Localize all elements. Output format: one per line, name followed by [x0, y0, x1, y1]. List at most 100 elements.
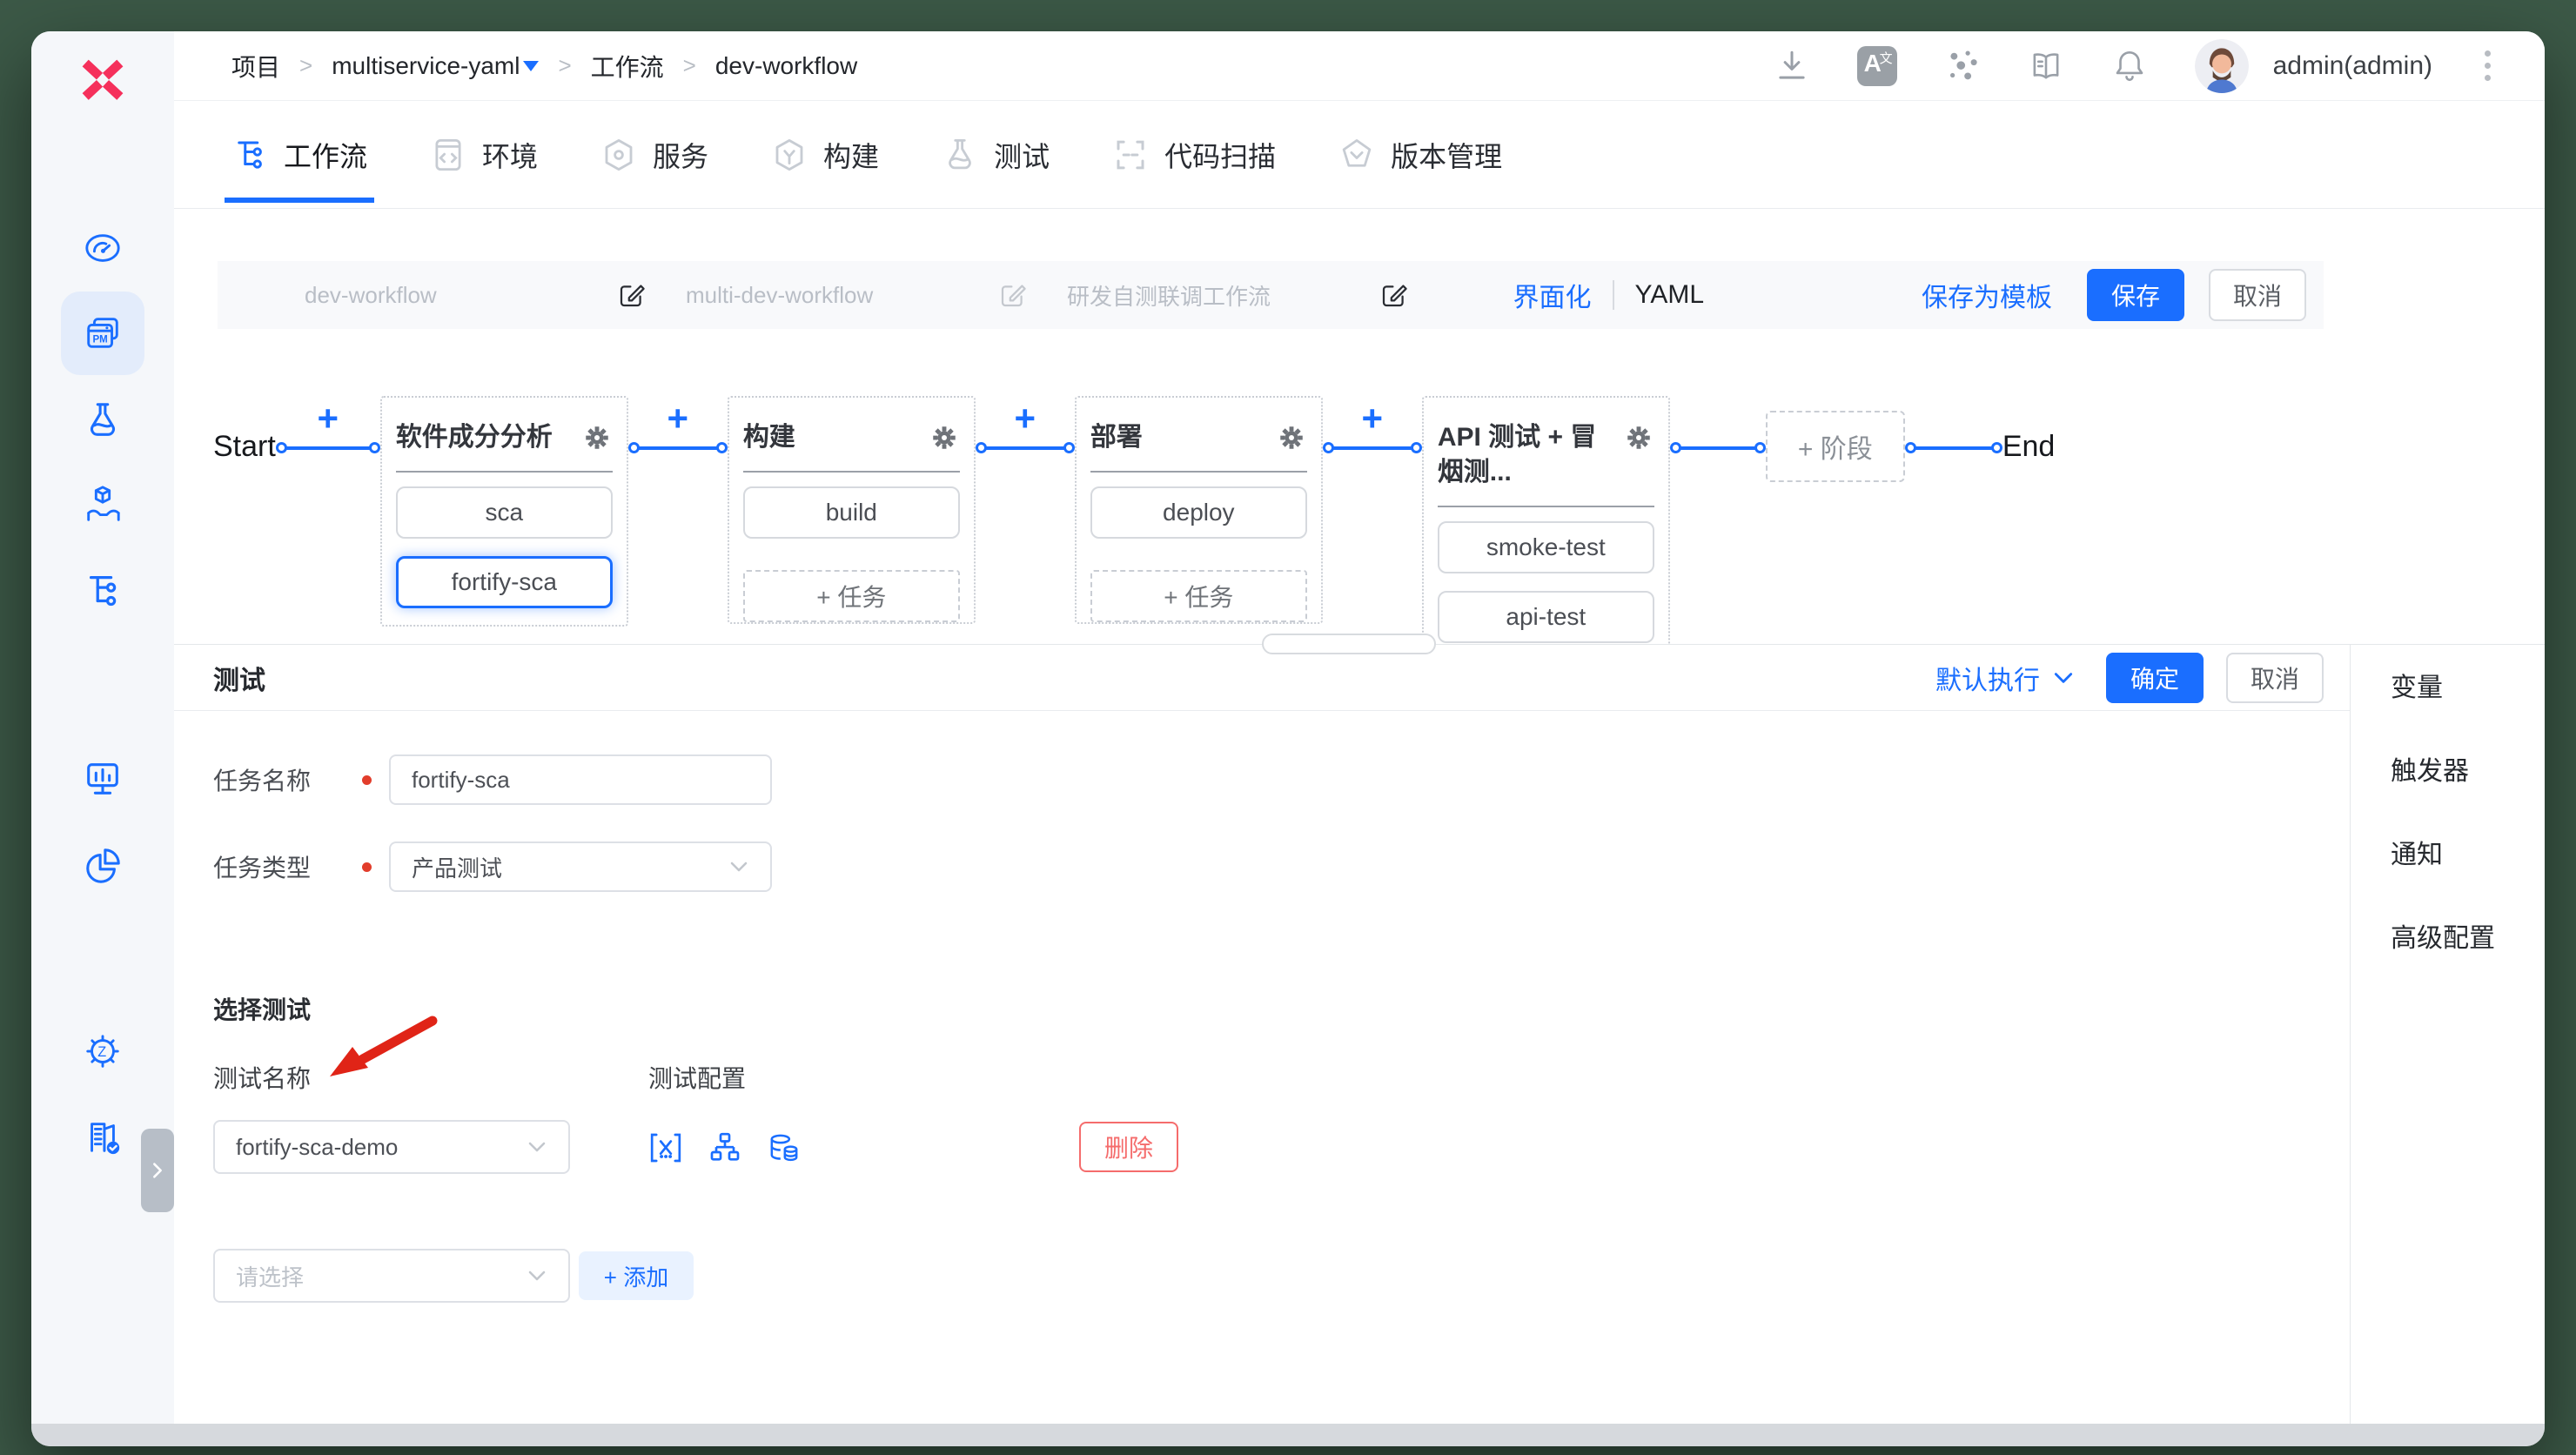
add-stage-plus-icon[interactable]: + [318, 400, 339, 437]
docs-icon[interactable] [2028, 48, 2064, 84]
breadcrumb: 项目 > multiservice-yaml > 工作流 > dev-workf… [231, 49, 857, 84]
task-card[interactable]: build [742, 486, 960, 539]
cluster-icon[interactable] [1944, 48, 1981, 84]
stage-card-sca: 软件成分分析 sca fortify-sca [379, 396, 628, 627]
chevron-down-icon [527, 1265, 547, 1286]
stage-connector [1904, 442, 2002, 453]
breadcrumb-project-name[interactable]: multiservice-yaml [332, 51, 540, 80]
task-type-select[interactable]: 产品测试 [389, 841, 772, 892]
task-name-input[interactable]: fortify-sca [389, 754, 772, 805]
stage-settings-icon[interactable] [1623, 422, 1654, 453]
edit-icon[interactable] [1380, 281, 1408, 309]
stage-card-api-test: API 测试 + 冒烟测... smoke-test api-test [1421, 396, 1670, 644]
data-insight-icon[interactable] [83, 846, 123, 886]
edit-icon[interactable] [999, 281, 1027, 309]
nav-notifications[interactable]: 通知 [2391, 842, 2545, 868]
download-icon[interactable] [1774, 48, 1810, 84]
tab-tests[interactable]: 测试 [942, 101, 1050, 208]
save-as-template-link[interactable]: 保存为模板 [1922, 276, 2052, 314]
tab-releases[interactable]: 版本管理 [1338, 101, 1502, 208]
dashboard-icon[interactable] [83, 228, 123, 268]
stage-settings-icon[interactable] [581, 422, 613, 453]
test-name-value: fortify-sca-demo [236, 1133, 399, 1160]
test-name-select[interactable]: fortify-sca-demo [213, 1120, 570, 1174]
task-name-label: 任务名称 [213, 768, 312, 795]
mode-yaml-toggle[interactable]: YAML [1635, 280, 1704, 310]
projects-icon[interactable] [83, 313, 123, 353]
task-name-row: 任务名称 fortify-sca [213, 754, 772, 805]
nav-variables[interactable]: 变量 [2391, 675, 2545, 701]
mode-ui-toggle[interactable]: 界面化 [1513, 276, 1592, 314]
caret-down-icon[interactable] [523, 60, 540, 71]
tab-services[interactable]: 服务 [600, 101, 708, 208]
add-task-button[interactable]: + 任务 [742, 570, 960, 622]
task-card-selected[interactable]: fortify-sca [395, 556, 613, 608]
database-icon[interactable] [767, 1130, 802, 1165]
required-dot [344, 774, 389, 785]
task-card[interactable]: sca [395, 486, 613, 539]
add-stage-plus-icon[interactable]: + [667, 400, 689, 437]
workflow-name-field[interactable]: multi-dev-workflow [686, 281, 1027, 309]
task-card[interactable]: deploy [1090, 486, 1307, 539]
stage-divider [1090, 471, 1307, 473]
workflow-name-value: multi-dev-workflow [686, 281, 874, 308]
delete-button[interactable]: 删除 [1079, 1122, 1178, 1172]
tab-builds[interactable]: 构建 [771, 101, 879, 208]
end-node: End [2002, 430, 2056, 463]
enterprise-icon[interactable] [83, 1116, 123, 1157]
stage-title: API 测试 + 冒烟测... [1437, 423, 1597, 486]
sidebar-expand-handle[interactable] [141, 1129, 174, 1212]
confirm-button[interactable]: 确定 [2106, 652, 2204, 703]
tab-workflows[interactable]: 工作流 [224, 101, 375, 208]
exec-mode-dropdown[interactable]: 默认执行 [1935, 659, 2075, 697]
chevron-down-icon [2052, 667, 2075, 689]
tab-label: 测试 [994, 140, 1050, 172]
cancel-button[interactable]: 取消 [2209, 269, 2306, 321]
stage-divider [742, 471, 960, 473]
workflow-desc-field[interactable]: 研发自测联调工作流 [1067, 279, 1408, 312]
release-icon [1338, 137, 1375, 173]
breadcrumb-project-name-label: multiservice-yaml [332, 51, 520, 79]
add-stage-plus-icon[interactable]: + [1015, 400, 1036, 437]
translate-icon[interactable]: A 文 [1856, 45, 1897, 86]
kebab-icon[interactable] [2479, 45, 2496, 86]
edit-icon[interactable] [618, 281, 646, 309]
workflow-template-icon[interactable] [83, 571, 123, 611]
brand-logo-icon[interactable] [78, 54, 127, 103]
breadcrumb-project[interactable]: 项目 [231, 49, 280, 84]
workflow-key-field[interactable]: dev-workflow [305, 281, 646, 309]
test-lab-icon[interactable] [83, 400, 123, 440]
breadcrumb-current-workflow: dev-workflow [714, 51, 858, 79]
nav-triggers[interactable]: 触发器 [2391, 759, 2545, 785]
chevron-right-icon [148, 1161, 167, 1180]
test-config-panel: 测试 默认执行 确定 取消 任务名称 fortify-sca 任务类型 产品测试… [174, 644, 2545, 1424]
add-test-select[interactable]: 请选择 [213, 1249, 570, 1303]
variables-icon[interactable] [648, 1130, 683, 1165]
user-menu[interactable]: admin(admin) [2273, 51, 2432, 81]
stage-settings-icon[interactable] [1276, 422, 1307, 453]
delivery-icon[interactable] [83, 485, 123, 525]
stage-settings-icon[interactable] [929, 422, 960, 453]
task-card[interactable]: smoke-test [1437, 521, 1654, 573]
add-task-button[interactable]: + 任务 [1090, 570, 1307, 622]
add-button[interactable]: + 添加 [579, 1251, 694, 1300]
tab-environments[interactable]: 环境 [430, 101, 538, 208]
pipeline-icon[interactable] [708, 1130, 742, 1165]
stage-title: 构建 [742, 423, 795, 452]
nav-advanced[interactable]: 高级配置 [2391, 926, 2545, 952]
avatar[interactable] [2194, 38, 2249, 93]
add-stage-plus-icon[interactable]: + [1362, 400, 1384, 437]
window-bottom-edge [31, 1424, 2545, 1446]
breadcrumb-workflows[interactable]: 工作流 [591, 49, 664, 84]
bell-icon[interactable] [2111, 48, 2148, 84]
settings-icon[interactable] [83, 1031, 123, 1071]
panel-cancel-button[interactable]: 取消 [2226, 652, 2324, 703]
editor-mode-switch: 界面化 YAML [1513, 276, 1704, 314]
task-card[interactable]: api-test [1437, 591, 1654, 643]
tab-code-scan[interactable]: 代码扫描 [1112, 101, 1276, 208]
left-sidebar [31, 31, 174, 1424]
canvas-horizontal-scrollbar[interactable] [1262, 634, 1436, 654]
save-button[interactable]: 保存 [2087, 269, 2184, 321]
monitor-icon[interactable] [83, 759, 123, 799]
add-stage-button[interactable]: + 阶段 [1765, 411, 1905, 482]
